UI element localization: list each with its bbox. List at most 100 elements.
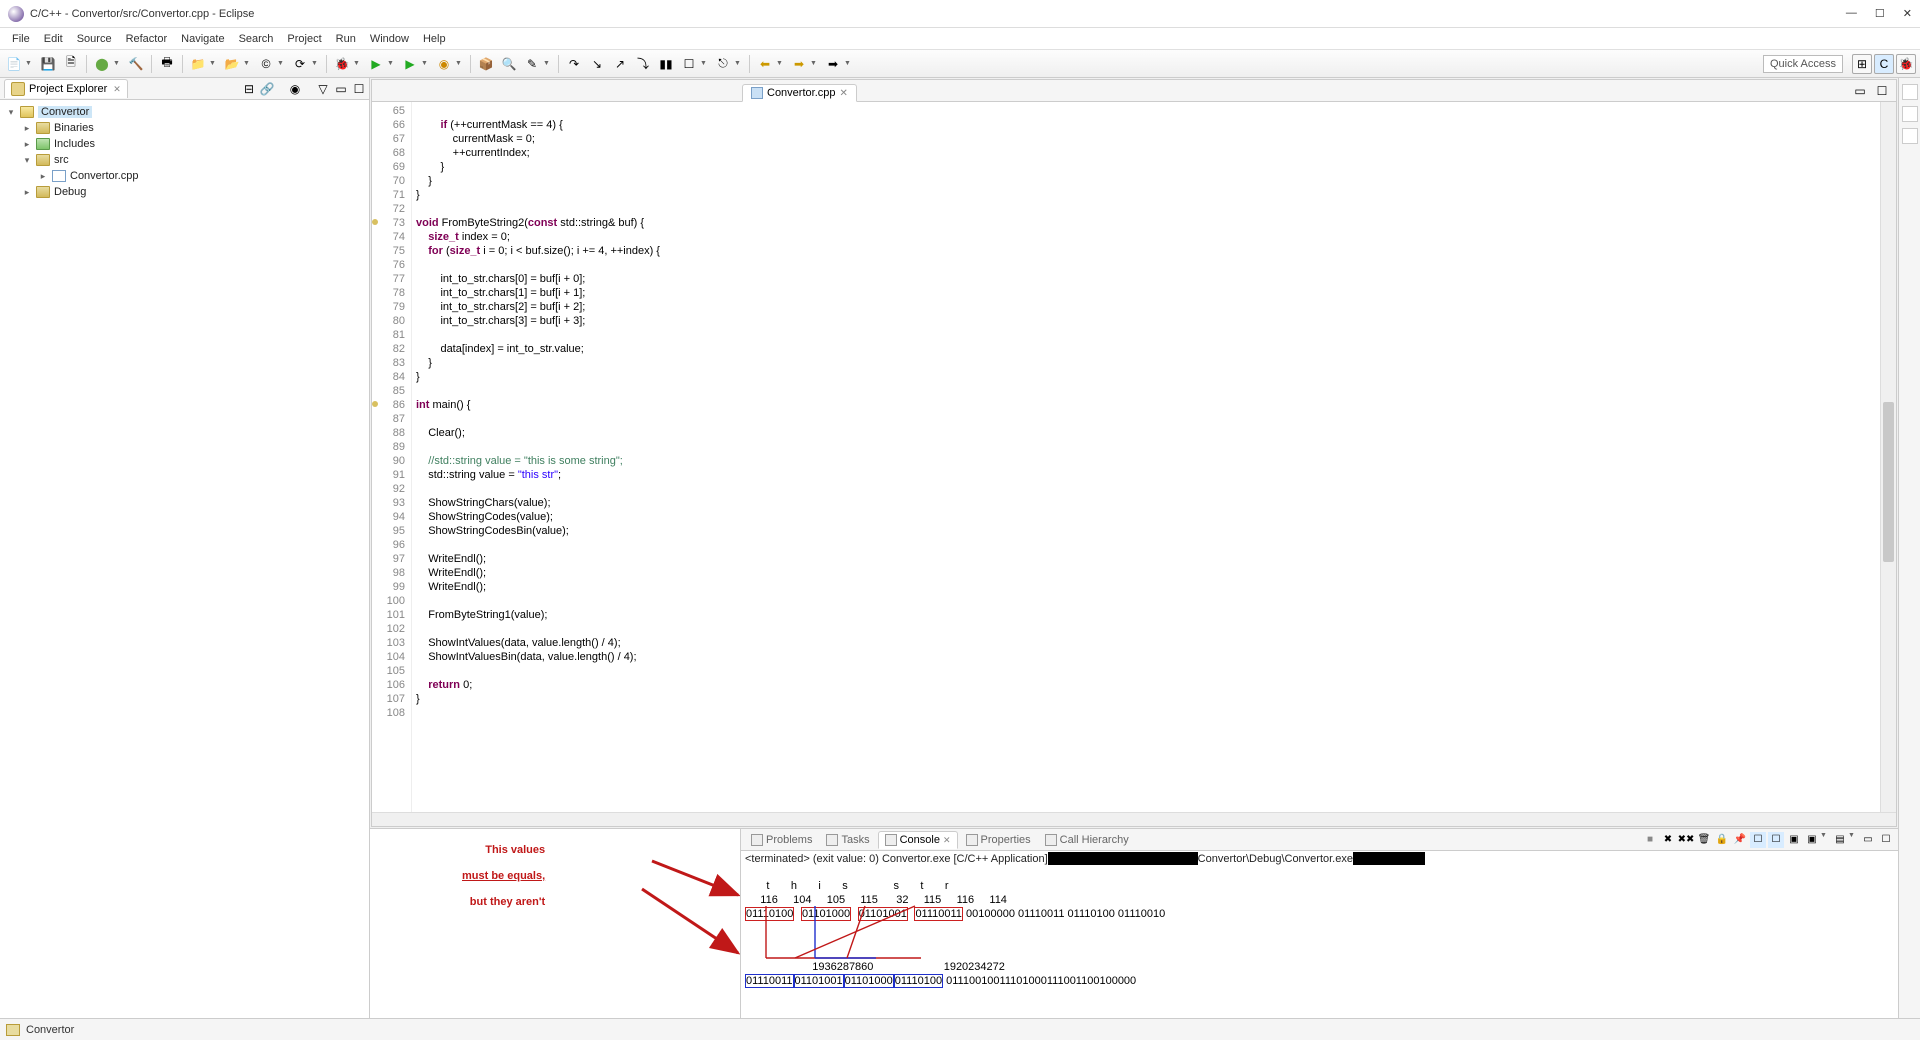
minimize-button[interactable]: —: [1846, 7, 1857, 20]
menu-window[interactable]: Window: [364, 31, 415, 47]
forward-button-2[interactable]: ➡: [823, 54, 843, 74]
editor-hscroll[interactable]: [372, 812, 1896, 826]
close-tab-icon[interactable]: ✕: [839, 88, 847, 99]
new-class-icon[interactable]: ©: [256, 54, 276, 74]
hammer-icon[interactable]: 🔨: [126, 54, 146, 74]
outline-view-icon[interactable]: [1902, 84, 1918, 100]
folder-icon: [36, 186, 50, 198]
new-button[interactable]: 📄: [4, 54, 24, 74]
disconnect-icon[interactable]: ⎋: [713, 54, 733, 74]
refresh-icon[interactable]: ⟳: [290, 54, 310, 74]
menu-project[interactable]: Project: [281, 31, 327, 47]
menu-file[interactable]: File: [6, 31, 36, 47]
menu-refactor[interactable]: Refactor: [120, 31, 174, 47]
code-editor[interactable]: if (++currentMask == 4) { currentMask = …: [412, 102, 1880, 812]
save-all-button[interactable]: 🗎: [61, 54, 81, 74]
close-console-icon[interactable]: ✕: [943, 835, 951, 846]
project-tree[interactable]: ▾Convertor ▸Binaries ▸Includes ▾src ▸Con…: [0, 100, 369, 1018]
menu-help[interactable]: Help: [417, 31, 452, 47]
tree-binaries[interactable]: Binaries: [54, 122, 94, 134]
tab-problems[interactable]: Problems: [745, 832, 818, 848]
tree-convertor-cpp[interactable]: Convertor.cpp: [70, 170, 138, 182]
tree-includes[interactable]: Includes: [54, 138, 95, 150]
open-perspective-icon[interactable]: ⊞: [1852, 54, 1872, 74]
tree-project[interactable]: Convertor: [38, 106, 92, 118]
menu-search[interactable]: Search: [233, 31, 280, 47]
toggle-mark-icon[interactable]: ✎: [522, 54, 542, 74]
search-icon[interactable]: 🔍: [499, 54, 519, 74]
editor-vscroll[interactable]: [1880, 102, 1896, 812]
drop-icon[interactable]: ⤵: [633, 54, 653, 74]
new-project-icon[interactable]: 📁: [188, 54, 208, 74]
close-view-icon[interactable]: ✕: [113, 84, 121, 95]
tab-console[interactable]: Console✕: [878, 831, 958, 849]
maximize-button[interactable]: ☐: [1875, 7, 1885, 20]
minimize-console-icon[interactable]: ▭: [1860, 832, 1876, 848]
save-button[interactable]: 💾: [38, 54, 58, 74]
make-targets-icon[interactable]: [1902, 106, 1918, 122]
quick-access[interactable]: Quick Access: [1763, 55, 1843, 73]
new-console-icon[interactable]: ▣: [1804, 832, 1820, 848]
maximize-editor-icon[interactable]: ☐: [1872, 81, 1892, 101]
select-console-icon[interactable]: ▤: [1832, 832, 1848, 848]
open-console-icon[interactable]: ▣: [1786, 832, 1802, 848]
bin-i: 01101001: [858, 907, 908, 921]
scroll-lock-icon[interactable]: 🔒: [1714, 832, 1730, 848]
debug-perspective-icon[interactable]: 🐞: [1896, 54, 1916, 74]
folder-icon: [36, 154, 50, 166]
terminate-icon[interactable]: ■: [1642, 832, 1658, 848]
minimize-editor-icon[interactable]: ▭: [1850, 81, 1870, 101]
display-icon-2[interactable]: ☐: [1768, 832, 1784, 848]
menu-run[interactable]: Run: [330, 31, 362, 47]
menu-source[interactable]: Source: [71, 31, 118, 47]
forward-button[interactable]: ➡: [789, 54, 809, 74]
menu-edit[interactable]: Edit: [38, 31, 69, 47]
task-list-icon[interactable]: [1902, 128, 1918, 144]
step-into-icon[interactable]: ↘: [587, 54, 607, 74]
clear-console-icon[interactable]: 🗑: [1696, 832, 1712, 848]
console-output[interactable]: t h i s s t r 116 104 105 115 32 115 116…: [741, 866, 1898, 1018]
new-folder-icon[interactable]: 📂: [222, 54, 242, 74]
pin-console-icon[interactable]: 📌: [1732, 832, 1748, 848]
link-editor-icon[interactable]: 🔗: [259, 81, 275, 97]
folder-icon: [36, 122, 50, 134]
run-button[interactable]: ▶: [366, 54, 386, 74]
annotation-overlay: This values must be equals, but they are…: [370, 829, 740, 1018]
menu-navigate[interactable]: Navigate: [175, 31, 230, 47]
editor-area: Convertor.cpp ✕ ▭ ☐ 65666768697071727374…: [371, 79, 1897, 827]
line-gutter[interactable]: 6566676869707172737475767778798081828384…: [372, 102, 412, 812]
bin2-a: 01110011: [745, 974, 794, 988]
term-icon[interactable]: ☐: [679, 54, 699, 74]
focus-icon[interactable]: ◉: [287, 81, 303, 97]
tab-tasks[interactable]: Tasks: [820, 832, 875, 848]
tab-call-hierarchy[interactable]: Call Hierarchy: [1039, 832, 1135, 848]
run-last-button[interactable]: ▶: [400, 54, 420, 74]
step-over-icon[interactable]: ↷: [564, 54, 584, 74]
display-icon[interactable]: ☐: [1750, 832, 1766, 848]
remove-launch-icon[interactable]: ✖: [1660, 832, 1676, 848]
annot-line1: This values: [462, 837, 545, 863]
debug-button[interactable]: 🐞: [332, 54, 352, 74]
cpp-perspective-icon[interactable]: C: [1874, 54, 1894, 74]
remove-all-icon[interactable]: ✖✖: [1678, 832, 1694, 848]
close-button[interactable]: ✕: [1903, 7, 1912, 20]
collapse-all-icon[interactable]: ⊟: [241, 81, 257, 97]
print-icon[interactable]: 🖶: [157, 54, 177, 74]
bin2-c: 01101000: [844, 974, 894, 988]
profile-button[interactable]: ◉: [434, 54, 454, 74]
maximize-console-icon[interactable]: ☐: [1878, 832, 1894, 848]
project-explorer-tab[interactable]: Project Explorer ✕: [4, 79, 128, 98]
minimize-view-icon[interactable]: ▭: [333, 81, 349, 97]
cpp-file-icon: [52, 170, 66, 182]
view-menu-icon[interactable]: ▽: [315, 81, 331, 97]
tree-debug[interactable]: Debug: [54, 186, 86, 198]
open-type-icon[interactable]: 📦: [476, 54, 496, 74]
editor-tab[interactable]: Convertor.cpp ✕: [742, 84, 857, 102]
back-button[interactable]: ⬅: [755, 54, 775, 74]
tab-properties[interactable]: Properties: [960, 832, 1037, 848]
resume-icon[interactable]: ▮▮: [656, 54, 676, 74]
maximize-view-icon[interactable]: ☐: [351, 81, 367, 97]
step-return-icon[interactable]: ↗: [610, 54, 630, 74]
tree-src[interactable]: src: [54, 154, 69, 166]
build-button[interactable]: ⬤: [92, 54, 112, 74]
